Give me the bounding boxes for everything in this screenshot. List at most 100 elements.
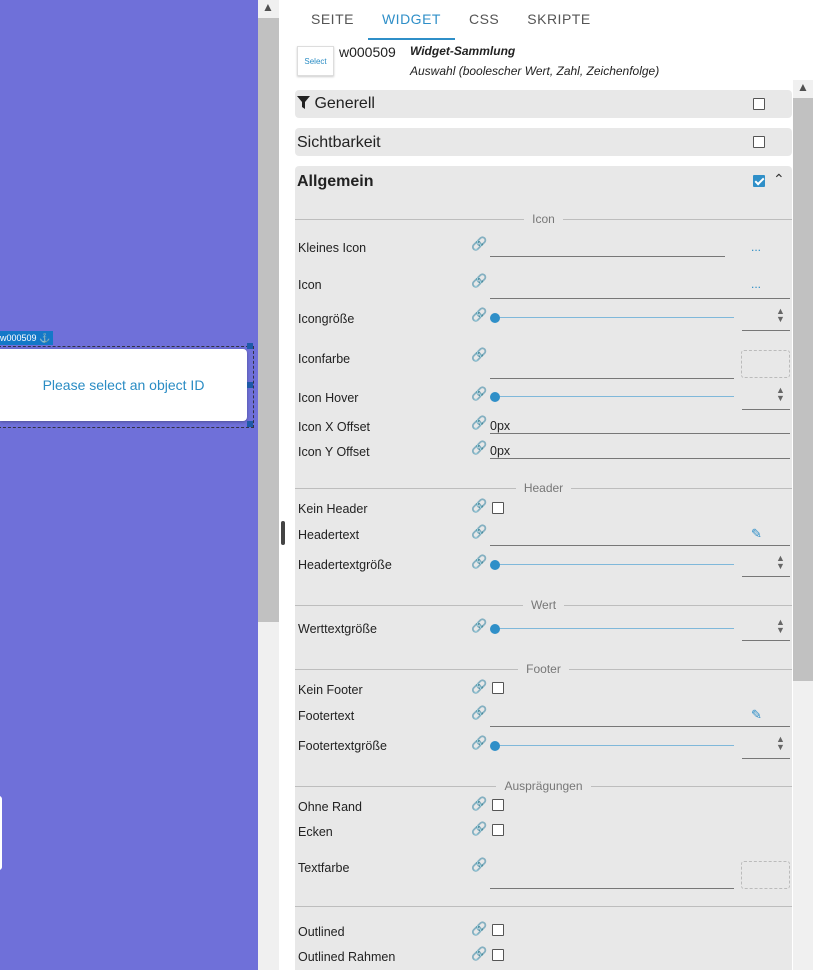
- section-auspraegungen: Ausprägungen: [295, 779, 792, 793]
- input-icon[interactable]: [490, 298, 790, 299]
- label-werttextgroesse: Werttextgröße: [298, 622, 377, 636]
- panel-splitter[interactable]: [279, 0, 287, 970]
- textfarbe-color-picker[interactable]: [741, 861, 790, 889]
- link-icon[interactable]: 🔗: [471, 347, 487, 363]
- resize-handle-top-right[interactable]: [247, 343, 253, 349]
- spinner-arrows-icon[interactable]: ▲ ▼: [776, 735, 785, 752]
- widget-id-text: w000509: [0, 333, 37, 343]
- outlined-rahmen-checkbox[interactable]: [492, 949, 504, 961]
- icongroesse-slider-thumb[interactable]: [490, 313, 500, 323]
- allgemein-checkbox[interactable]: [753, 175, 765, 187]
- link-icon[interactable]: 🔗: [471, 524, 487, 540]
- panel-scroll-thumb[interactable]: [793, 98, 813, 681]
- splitter-grip[interactable]: [281, 521, 285, 545]
- link-icon[interactable]: 🔗: [471, 821, 487, 837]
- scroll-up-icon[interactable]: ▲: [262, 0, 274, 14]
- spinner-arrows-icon[interactable]: ▲ ▼: [776, 554, 785, 571]
- spinner-arrows-icon[interactable]: ▲ ▼: [776, 307, 785, 324]
- group-title-generell: Generell: [297, 95, 375, 113]
- link-icon[interactable]: 🔗: [471, 440, 487, 456]
- resize-handle-right[interactable]: [247, 382, 253, 388]
- link-icon[interactable]: 🔗: [471, 705, 487, 721]
- label-kein-header: Kein Header: [298, 502, 368, 516]
- label-icongroesse: Icongröße: [298, 312, 355, 326]
- link-icon[interactable]: 🔗: [471, 618, 487, 634]
- spinner-arrows-icon[interactable]: ▲ ▼: [776, 618, 785, 635]
- link-icon[interactable]: 🔗: [471, 735, 487, 751]
- werttextgroesse-number-input[interactable]: [742, 640, 790, 641]
- ecken-checkbox[interactable]: [492, 824, 504, 836]
- headertextgroesse-number-input[interactable]: [742, 576, 790, 577]
- kein-footer-checkbox[interactable]: [492, 682, 504, 694]
- canvas-scrollbar[interactable]: ▲: [258, 0, 279, 970]
- kleines-icon-more-button[interactable]: ...: [751, 240, 761, 254]
- thumb-text: Select: [304, 56, 327, 66]
- tab-widget[interactable]: WIDGET: [367, 0, 455, 40]
- footertextgroesse-slider-track[interactable]: [494, 745, 734, 746]
- icon-y-offset-value[interactable]: 0px: [490, 444, 510, 458]
- link-icon[interactable]: 🔗: [471, 796, 487, 812]
- edit-pencil-icon[interactable]: ✎: [751, 526, 762, 542]
- chevron-up-icon[interactable]: ⌃: [773, 171, 785, 188]
- kein-header-checkbox[interactable]: [492, 502, 504, 514]
- link-icon[interactable]: 🔗: [471, 679, 487, 695]
- partial-widget[interactable]: [0, 796, 2, 870]
- icon-hover-slider-track[interactable]: [494, 396, 734, 397]
- outlined-checkbox[interactable]: [492, 924, 504, 936]
- link-icon[interactable]: 🔗: [471, 554, 487, 570]
- link-icon[interactable]: 🔗: [471, 921, 487, 937]
- panel-scrollbar[interactable]: ▲: [793, 80, 813, 970]
- widget-id-label[interactable]: w000509 ⚓: [0, 331, 54, 345]
- sichtbarkeit-checkbox[interactable]: [753, 136, 765, 148]
- footertextgroesse-number-input[interactable]: [742, 758, 790, 759]
- group-generell[interactable]: Generell: [295, 90, 792, 118]
- editor-canvas[interactable]: w000509 ⚓ Please select an object ID: [0, 0, 258, 970]
- section-wert-title: Wert: [522, 598, 565, 612]
- select-widget[interactable]: Please select an object ID: [0, 349, 247, 421]
- icon-x-offset-value[interactable]: 0px: [490, 419, 510, 433]
- link-icon[interactable]: 🔗: [471, 498, 487, 514]
- section-header: Header: [295, 481, 792, 495]
- scroll-up-icon[interactable]: ▲: [797, 80, 809, 94]
- group-title-allgemein[interactable]: Allgemein: [297, 173, 373, 191]
- link-icon[interactable]: 🔗: [471, 273, 487, 289]
- tab-seite[interactable]: SEITE: [297, 0, 368, 40]
- filter-icon: [297, 96, 310, 109]
- anchor-icon: ⚓: [39, 333, 51, 343]
- input-footertext[interactable]: [490, 726, 790, 727]
- canvas-scroll-thumb[interactable]: [258, 18, 279, 622]
- headertextgroesse-slider-track[interactable]: [494, 564, 734, 565]
- link-icon[interactable]: 🔗: [471, 236, 487, 252]
- link-icon[interactable]: 🔗: [471, 386, 487, 402]
- generell-checkbox[interactable]: [753, 98, 765, 110]
- link-icon[interactable]: 🔗: [471, 857, 487, 873]
- input-textfarbe[interactable]: [490, 888, 734, 889]
- generell-label: Generell: [314, 95, 375, 112]
- headertextgroesse-slider-thumb[interactable]: [490, 560, 500, 570]
- input-iconfarbe[interactable]: [490, 378, 734, 379]
- werttextgroesse-slider-track[interactable]: [494, 628, 734, 629]
- input-icon-y-offset[interactable]: [490, 458, 790, 459]
- spinner-arrows-icon[interactable]: ▲ ▼: [776, 386, 785, 403]
- link-icon[interactable]: 🔗: [471, 307, 487, 323]
- icon-more-button[interactable]: ...: [751, 277, 761, 291]
- edit-pencil-icon[interactable]: ✎: [751, 707, 762, 723]
- icongroesse-slider-track[interactable]: [494, 317, 734, 318]
- input-icon-x-offset[interactable]: [490, 433, 790, 434]
- iconfarbe-color-picker[interactable]: [741, 350, 790, 378]
- icongroesse-number-input[interactable]: [742, 330, 790, 331]
- resize-handle-bottom-right[interactable]: [247, 421, 253, 427]
- group-sichtbarkeit[interactable]: Sichtbarkeit: [295, 128, 792, 156]
- ohne-rand-checkbox[interactable]: [492, 799, 504, 811]
- tab-css[interactable]: CSS: [455, 0, 513, 40]
- input-headertext[interactable]: [490, 545, 790, 546]
- footertextgroesse-slider-thumb[interactable]: [490, 741, 500, 751]
- section-icon: Icon: [295, 212, 792, 226]
- werttextgroesse-slider-thumb[interactable]: [490, 624, 500, 634]
- icon-hover-number-input[interactable]: [742, 409, 790, 410]
- link-icon[interactable]: 🔗: [471, 415, 487, 431]
- tab-skripte[interactable]: SKRIPTE: [513, 0, 604, 40]
- icon-hover-slider-thumb[interactable]: [490, 392, 500, 402]
- link-icon[interactable]: 🔗: [471, 946, 487, 962]
- input-kleines-icon[interactable]: [490, 256, 725, 257]
